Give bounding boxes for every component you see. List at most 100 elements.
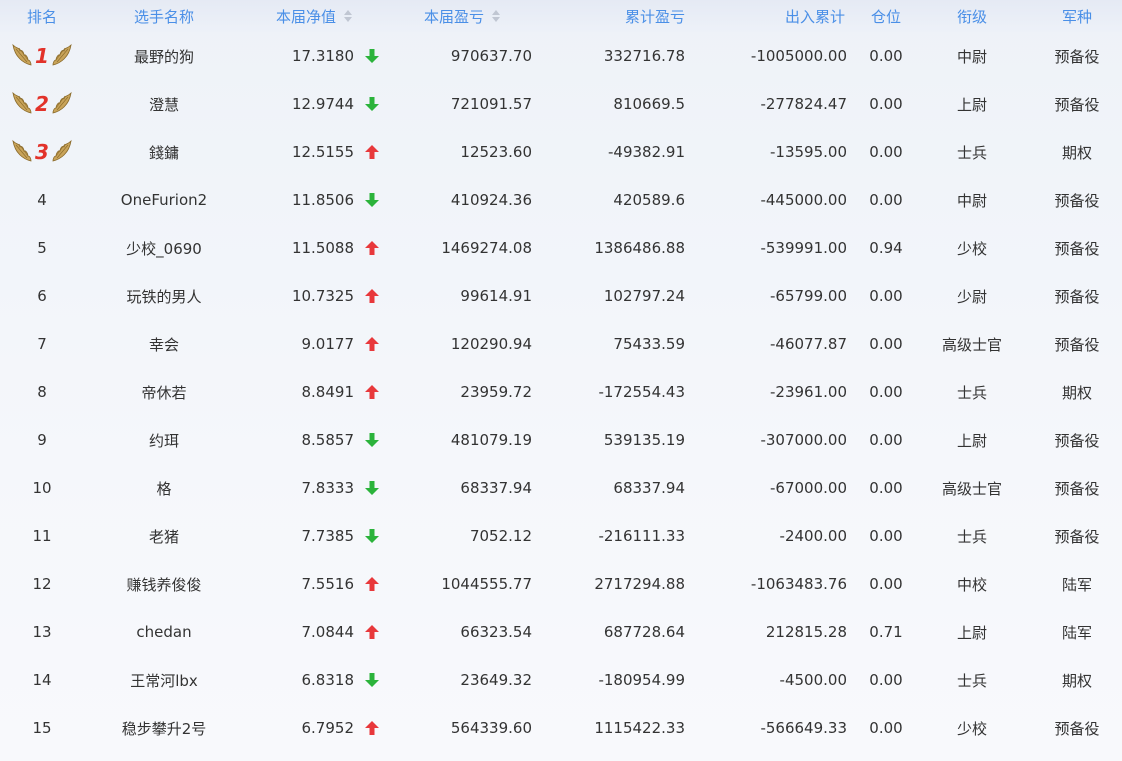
player-name-cell[interactable]: 錢鏞 — [84, 128, 244, 176]
table-row[interactable]: 14 王常河lbx 6.8318 23649.32 -180954.99 -4500.00… — [0, 656, 1122, 704]
nav-value: 9.0177 — [301, 335, 355, 353]
player-name-cell[interactable]: 少校_0690 — [84, 224, 244, 272]
title-value: 士兵 — [956, 143, 987, 162]
army-value: 预备役 — [1054, 191, 1100, 210]
player-name-cell[interactable]: 约珥 — [84, 416, 244, 464]
player-name[interactable]: 錢鏞 — [149, 142, 179, 163]
table-row[interactable]: 1 最野的狗 17.3180 970637.70 332716.78 -1005000.0… — [0, 32, 1122, 80]
player-name[interactable]: 少校_0690 — [126, 238, 202, 259]
player-name-cell[interactable]: 澄慧 — [84, 80, 244, 128]
nav-cell: 11.5088 — [244, 224, 354, 272]
nav-cell: 6.7952 — [244, 704, 355, 752]
wing-left-icon — [11, 89, 33, 119]
nav-value: 11.5088 — [291, 239, 354, 257]
player-name-cell[interactable]: 稳步攀升2号 — [84, 704, 244, 752]
nav-value: 6.7952 — [301, 719, 355, 737]
player-name-cell[interactable]: OneFurion2 — [84, 176, 244, 224]
player-name-cell[interactable]: 王常河lbx — [84, 656, 244, 704]
player-name[interactable]: 约珥 — [149, 430, 179, 451]
cum-profit-cell: -172554.43 — [532, 368, 685, 416]
table-row[interactable]: 6 玩铁的男人 10.7325 99614.91 102797.24 -65799.00 0… — [0, 272, 1122, 320]
flow-cell: -1005000.00 — [685, 32, 847, 80]
player-name[interactable]: 帝休若 — [141, 382, 186, 403]
player-name[interactable]: 最野的狗 — [134, 46, 194, 67]
cum-profit-cell: -180954.99 — [532, 656, 685, 704]
profit-value: 1044555.77 — [441, 575, 532, 593]
header-rank-label: 排名 — [26, 7, 57, 26]
position-cell: 0.00 — [855, 32, 917, 80]
trend-up-icon — [362, 368, 382, 416]
cum-profit-cell: 1386486.88 — [532, 224, 685, 272]
table-row[interactable]: 15 稳步攀升2号 6.7952 564339.60 1115422.33 -566649… — [0, 704, 1122, 752]
rank-number: 11 — [32, 527, 52, 545]
player-name[interactable]: 格 — [156, 478, 171, 499]
army-cell: 预备役 — [1027, 32, 1122, 80]
position-value: 0.00 — [869, 191, 903, 209]
player-name[interactable]: 老猪 — [149, 526, 179, 547]
table-row[interactable]: 8 帝休若 8.8491 23959.72 -172554.43 -23961.00 0.0… — [0, 368, 1122, 416]
header-nav-sort[interactable]: 本届净值 — [244, 0, 384, 32]
player-name[interactable]: 玩铁的男人 — [126, 286, 201, 307]
title-cell: 上尉 — [917, 80, 1027, 128]
table-row[interactable]: 10 格 7.8333 68337.94 68337.94 -67000.00 0.00 高级… — [0, 464, 1122, 512]
title-cell: 中尉 — [917, 32, 1027, 80]
nav-cell: 7.5516 — [244, 560, 355, 608]
nav-cell: 9.0177 — [244, 320, 355, 368]
header-profit-label: 本届盈亏 — [423, 7, 484, 26]
trend-down-icon — [362, 512, 382, 560]
title-cell: 中尉 — [917, 176, 1027, 224]
table-row[interactable]: 3 錢鏞 12.5155 12523.60 -49382.91 -13595.00 0.00… — [0, 128, 1122, 176]
table-row[interactable]: 13 chedan 7.0844 66323.54 687728.64 212815.28… — [0, 608, 1122, 656]
cum-profit-value: 1386486.88 — [594, 239, 685, 257]
table-row[interactable]: 5 少校_0690 11.5088 1469274.08 1386486.88 -5399… — [0, 224, 1122, 272]
player-name[interactable]: chedan — [136, 623, 191, 641]
rank-cell: 5 — [0, 224, 84, 272]
header-flow: 出入累计 — [700, 0, 845, 32]
player-name[interactable]: 王常河lbx — [130, 670, 198, 691]
trend-up-icon — [362, 560, 382, 608]
player-name-cell[interactable]: 玩铁的男人 — [84, 272, 244, 320]
flow-value: -1005000.00 — [750, 47, 847, 65]
nav-cell: 6.8318 — [244, 656, 355, 704]
player-name-cell[interactable]: 赚钱养俊俊 — [84, 560, 244, 608]
sort-icon[interactable] — [344, 10, 352, 22]
title-value: 少尉 — [956, 287, 987, 306]
header-profit-sort[interactable]: 本届盈亏 — [382, 0, 542, 32]
title-cell: 士兵 — [917, 128, 1027, 176]
table-row[interactable]: 9 约珥 8.5857 481079.19 539135.19 -307000.00 0.0… — [0, 416, 1122, 464]
player-name[interactable]: OneFurion2 — [121, 191, 207, 209]
player-name[interactable]: 稳步攀升2号 — [122, 718, 207, 739]
nav-value: 17.3180 — [291, 47, 354, 65]
nav-cell: 8.5857 — [244, 416, 355, 464]
table-row[interactable]: 11 老猪 7.7385 7052.12 -216111.33 -2400.00 0.00 士… — [0, 512, 1122, 560]
rank-number: 2 — [35, 92, 49, 116]
player-name[interactable]: 澄慧 — [149, 94, 179, 115]
title-value: 士兵 — [956, 527, 987, 546]
player-name[interactable]: 赚钱养俊俊 — [126, 574, 201, 595]
player-name-cell[interactable]: 幸会 — [84, 320, 244, 368]
table-row[interactable]: 4 OneFurion2 11.8506 410924.36 420589.6 -4450… — [0, 176, 1122, 224]
rank-cell: 14 — [0, 656, 84, 704]
army-cell: 期权 — [1027, 128, 1122, 176]
rank-cell: 15 — [0, 704, 84, 752]
title-cell: 士兵 — [917, 368, 1027, 416]
player-name-cell[interactable]: 最野的狗 — [84, 32, 244, 80]
player-name[interactable]: 幸会 — [149, 334, 179, 355]
cum-profit-cell: -216111.33 — [532, 512, 685, 560]
flow-value: -277824.47 — [760, 95, 847, 113]
table-row[interactable]: 2 澄慧 12.9744 721091.57 810669.5 -277824.47 0.0… — [0, 80, 1122, 128]
cum-profit-cell: 1115422.33 — [532, 704, 685, 752]
rank-number: 6 — [37, 287, 47, 305]
player-name-cell[interactable]: chedan — [84, 608, 244, 656]
player-name-cell[interactable]: 帝休若 — [84, 368, 244, 416]
player-name-cell[interactable]: 格 — [84, 464, 244, 512]
flow-value: -23961.00 — [770, 383, 847, 401]
sort-icon[interactable] — [492, 10, 500, 22]
rank-cell: 7 — [0, 320, 84, 368]
profit-value: 7052.12 — [469, 527, 532, 545]
position-value: 0.00 — [869, 527, 903, 545]
table-row[interactable]: 7 幸会 9.0177 120290.94 75433.59 -46077.87 0.00 高… — [0, 320, 1122, 368]
player-name-cell[interactable]: 老猪 — [84, 512, 244, 560]
table-row[interactable]: 12 赚钱养俊俊 7.5516 1044555.77 2717294.88 -106348… — [0, 560, 1122, 608]
army-value: 预备役 — [1054, 479, 1100, 498]
